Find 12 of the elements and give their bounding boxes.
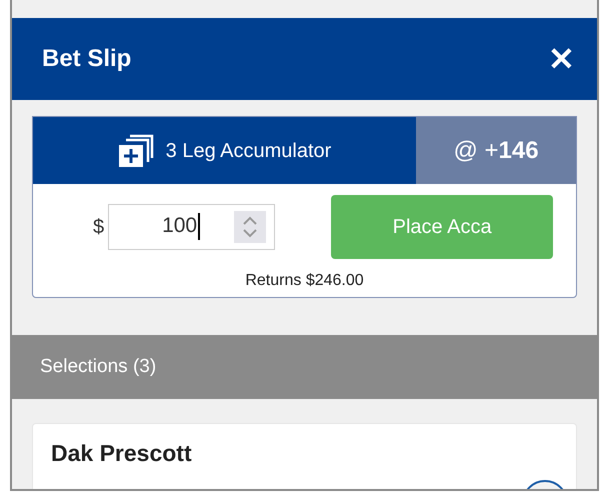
returns-text: Returns $246.00 xyxy=(245,271,364,291)
currency-label: $ xyxy=(93,214,104,240)
spinner-icon[interactable] xyxy=(234,210,266,242)
close-button[interactable]: ✕ xyxy=(548,43,575,75)
accumulator-label: 3 Leg Accumulator xyxy=(166,138,332,164)
odds-text: @ +146 xyxy=(453,136,539,166)
stacked-plus-icon xyxy=(118,134,154,168)
selection-card[interactable]: Dak Prescott xyxy=(32,423,577,489)
selection-name: Dak Prescott xyxy=(51,439,193,468)
stake-input[interactable]: 100 xyxy=(108,204,276,250)
panel-title: Bet Slip xyxy=(42,44,132,74)
selections-title: Selections (3) xyxy=(40,354,156,379)
